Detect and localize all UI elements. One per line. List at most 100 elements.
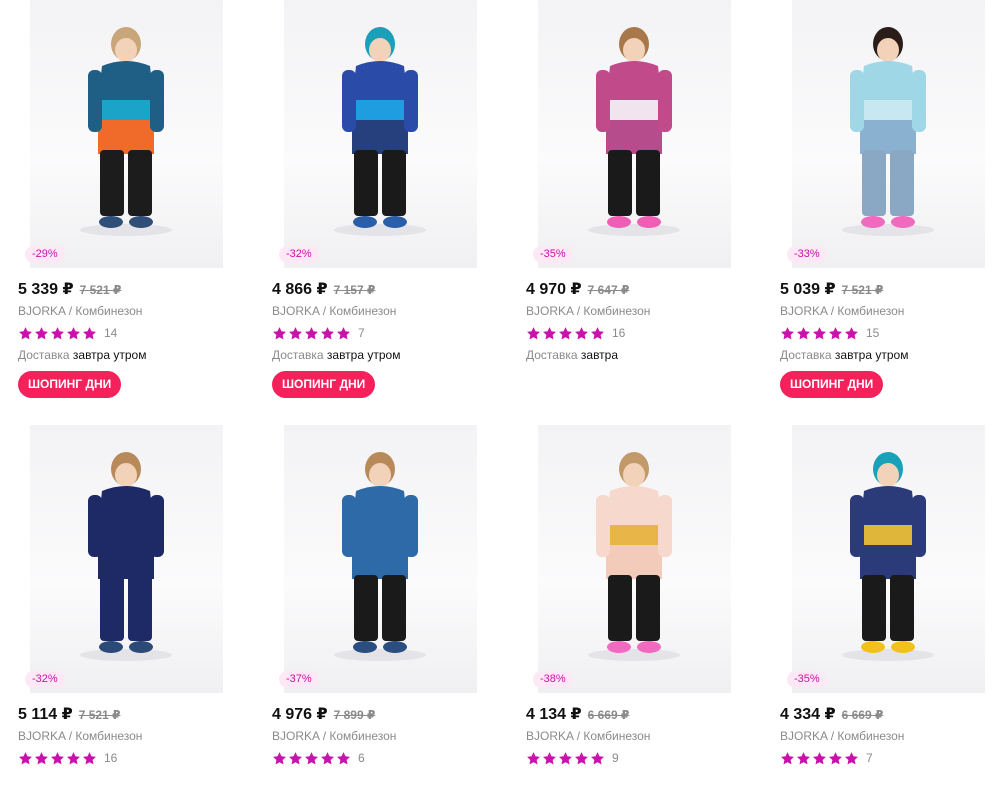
delivery-label: Доставка <box>18 348 70 362</box>
brand-category[interactable]: BJORKA / Комбинезон <box>526 304 650 318</box>
review-count: 7 <box>866 751 873 765</box>
brand-category[interactable]: BJORKA / Комбинезон <box>18 304 142 318</box>
brand-name[interactable]: BJORKA <box>272 729 319 743</box>
product-image[interactable] <box>284 425 477 693</box>
star-icon <box>35 751 48 764</box>
brand-name[interactable]: BJORKA <box>780 304 827 318</box>
price-row: 5 339 ₽ 7 521 ₽ <box>18 279 121 299</box>
star-icon <box>575 326 588 339</box>
star-icon <box>543 326 556 339</box>
brand-name[interactable]: BJORKA <box>526 304 573 318</box>
price-row: 4 134 ₽ 6 669 ₽ <box>526 704 629 724</box>
star-icon <box>289 326 302 339</box>
category-name: Комбинезон <box>837 304 905 318</box>
brand-category[interactable]: BJORKA / Комбинезон <box>526 729 650 743</box>
star-icon <box>543 751 556 764</box>
discount-badge: -35% <box>787 671 827 688</box>
current-price: 5 039 ₽ <box>780 281 836 298</box>
delivery-info: Доставка завтра утром <box>780 348 908 362</box>
price-row: 5 039 ₽ 7 521 ₽ <box>780 279 883 299</box>
review-count: 15 <box>866 326 880 340</box>
delivery-time: завтра утром <box>72 348 147 362</box>
discount-badge: -33% <box>787 246 827 263</box>
delivery-time: завтра <box>580 348 619 362</box>
star-icon <box>527 751 540 764</box>
brand-name[interactable]: BJORKA <box>526 729 573 743</box>
star-icon <box>305 326 318 339</box>
current-price: 5 114 ₽ <box>18 706 73 723</box>
price-row: 4 866 ₽ 7 157 ₽ <box>272 279 375 299</box>
product-photo-figure <box>80 27 172 236</box>
product-image[interactable] <box>284 0 477 268</box>
star-icon <box>51 326 64 339</box>
brand-category[interactable]: BJORKA / Комбинезон <box>18 729 142 743</box>
review-count: 7 <box>358 326 365 340</box>
category-name: Комбинезон <box>329 304 397 318</box>
product-image[interactable] <box>792 0 985 268</box>
brand-category[interactable]: BJORKA / Комбинезон <box>780 304 904 318</box>
star-icon <box>83 326 96 339</box>
current-price: 4 970 ₽ <box>526 281 582 298</box>
price-row: 5 114 ₽ 7 521 ₽ <box>18 704 120 724</box>
product-image[interactable] <box>538 0 731 268</box>
product-photo-figure <box>842 452 934 661</box>
star-icon <box>559 751 572 764</box>
product-image[interactable] <box>30 425 223 693</box>
product-image[interactable] <box>792 425 985 693</box>
brand-name[interactable]: BJORKA <box>18 729 65 743</box>
star-icon <box>591 326 604 339</box>
star-icon <box>797 326 810 339</box>
shopping-days-button[interactable]: ШОПИНГ ДНИ <box>780 371 884 398</box>
brand-category[interactable]: BJORKA / Комбинезон <box>780 729 904 743</box>
review-count: 16 <box>104 751 118 765</box>
product-image[interactable] <box>538 425 731 693</box>
brand-name[interactable]: BJORKA <box>18 304 65 318</box>
star-icon <box>321 326 334 339</box>
brand-category[interactable]: BJORKA / Комбинезон <box>272 729 396 743</box>
old-price: 7 521 ₽ <box>841 283 884 297</box>
star-icon <box>67 326 80 339</box>
brand-name[interactable]: BJORKA <box>272 304 319 318</box>
category-name: Комбинезон <box>75 304 143 318</box>
product-image[interactable] <box>30 0 223 268</box>
star-icon <box>575 751 588 764</box>
old-price: 7 157 ₽ <box>333 283 376 297</box>
current-price: 4 134 ₽ <box>526 706 582 723</box>
rating: 7 <box>780 750 873 766</box>
current-price: 4 866 ₽ <box>272 281 328 298</box>
brand-name[interactable]: BJORKA <box>780 729 827 743</box>
rating-stars <box>780 326 859 341</box>
star-icon <box>273 751 286 764</box>
rating-stars <box>780 751 859 766</box>
rating-stars <box>18 326 97 341</box>
discount-badge: -37% <box>279 671 319 688</box>
shopping-days-button[interactable]: ШОПИНГ ДНИ <box>272 371 376 398</box>
old-price: 7 647 ₽ <box>587 283 630 297</box>
discount-badge: -32% <box>279 246 319 263</box>
rating: 16 <box>526 325 625 341</box>
review-count: 16 <box>612 326 626 340</box>
product-photo-figure <box>842 27 934 236</box>
old-price: 7 521 ₽ <box>79 283 122 297</box>
product-photo-figure <box>588 452 680 661</box>
star-icon <box>83 751 96 764</box>
old-price: 7 899 ₽ <box>333 708 376 722</box>
star-icon <box>829 751 842 764</box>
delivery-info: Доставка завтра утром <box>18 348 146 362</box>
rating: 14 <box>18 325 117 341</box>
star-icon <box>781 751 794 764</box>
product-photo-figure <box>588 27 680 236</box>
shopping-days-button[interactable]: ШОПИНГ ДНИ <box>18 371 122 398</box>
old-price: 6 669 ₽ <box>587 708 630 722</box>
star-icon <box>337 751 350 764</box>
star-icon <box>797 751 810 764</box>
star-icon <box>527 326 540 339</box>
star-icon <box>591 751 604 764</box>
brand-category[interactable]: BJORKA / Комбинезон <box>272 304 396 318</box>
product-grid: -29% 5 339 ₽7 521 ₽ BJORKA / Комбинезон … <box>0 0 1000 792</box>
rating: 16 <box>18 750 117 766</box>
star-icon <box>273 326 286 339</box>
star-icon <box>289 751 302 764</box>
star-icon <box>67 751 80 764</box>
star-icon <box>559 326 572 339</box>
